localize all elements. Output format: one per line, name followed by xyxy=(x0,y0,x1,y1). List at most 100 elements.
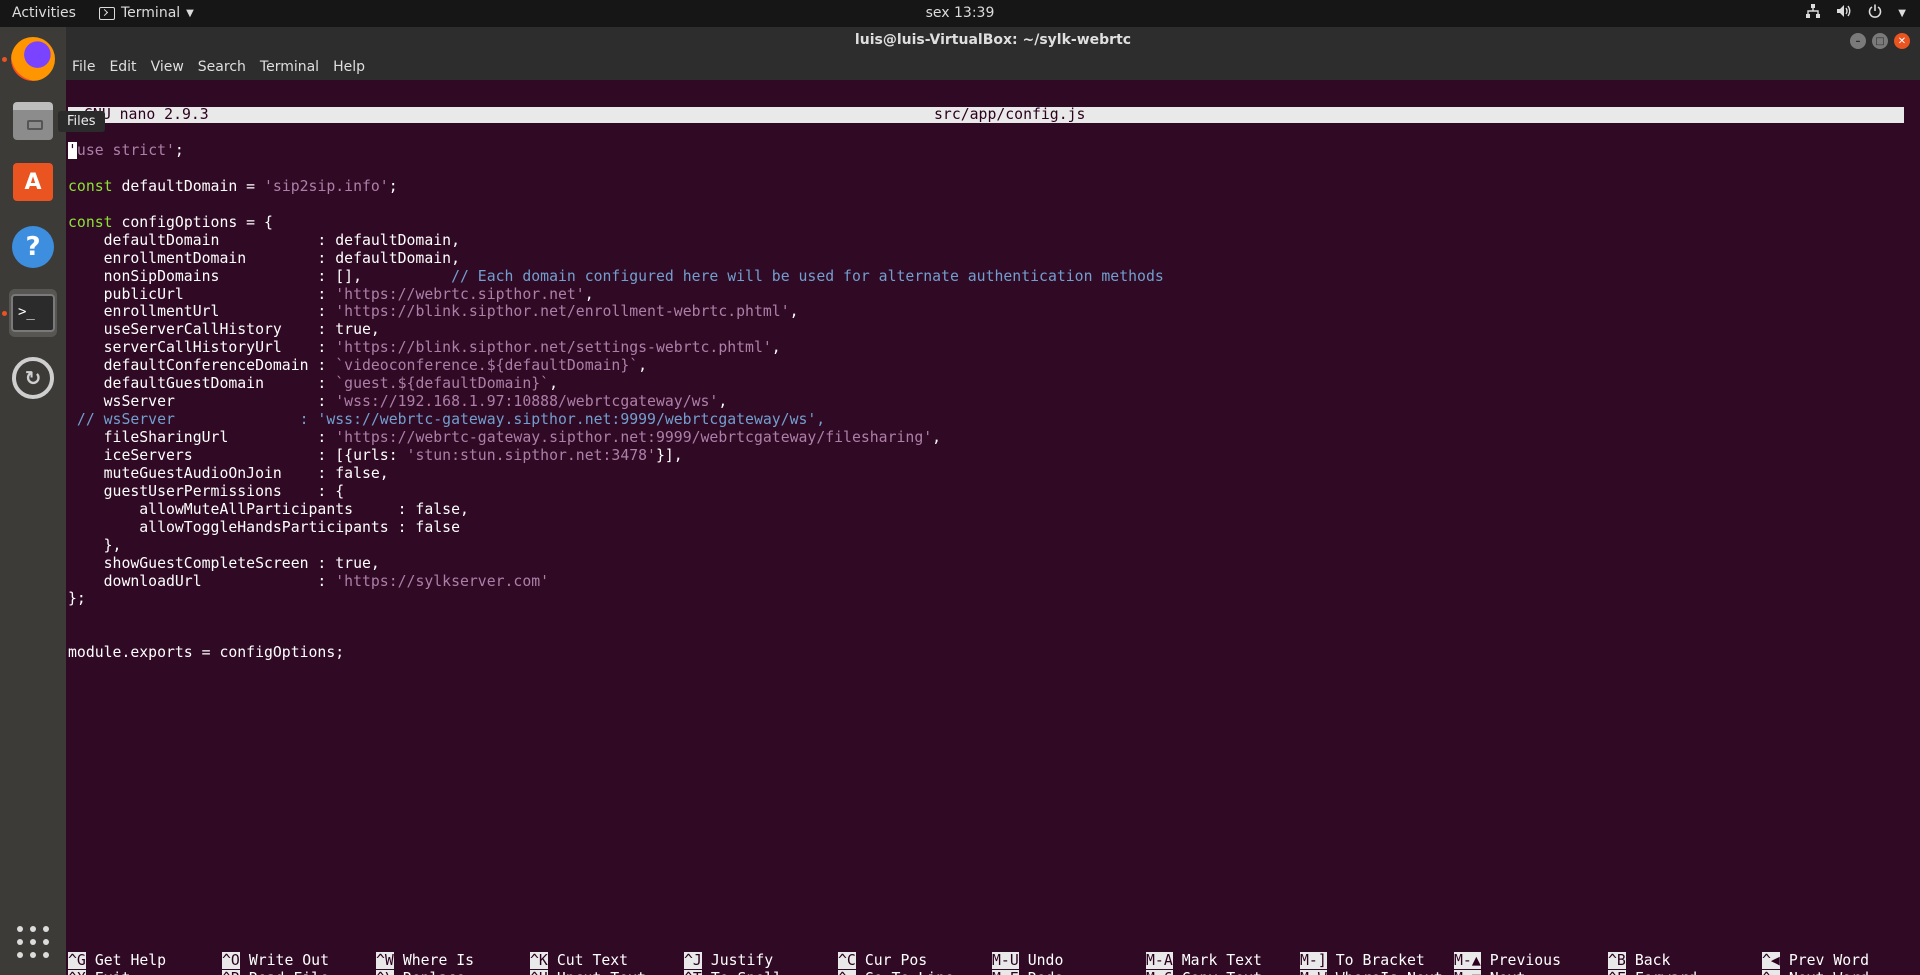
shortcut-key: M-A xyxy=(1146,952,1173,969)
shortcut-item[interactable]: ^_ Go To Line xyxy=(838,970,954,975)
menu-file[interactable]: File xyxy=(72,59,95,75)
code-line[interactable]: downloadUrl : 'https://sylkserver.com' xyxy=(68,573,1164,591)
shortcut-item[interactable]: M-▼ Next xyxy=(1454,970,1525,975)
code-line[interactable]: enrollmentUrl : 'https://blink.sipthor.n… xyxy=(68,303,1164,321)
shortcut-key: M-E xyxy=(992,970,1019,975)
system-tray[interactable]: ▼ xyxy=(1806,4,1906,22)
code-token: downloadUrl : xyxy=(68,572,336,590)
code-line[interactable]: }; xyxy=(68,590,1164,608)
shortcut-item[interactable]: ^K Cut Text xyxy=(530,952,628,969)
shortcut-item[interactable]: ^\ Replace xyxy=(376,970,465,975)
window-controls: – □ ✕ xyxy=(1850,33,1910,49)
menu-search[interactable]: Search xyxy=(198,59,246,75)
shortcut-item[interactable]: ^X Exit xyxy=(68,970,130,975)
shortcut-label: Read File xyxy=(249,970,329,975)
shortcut-label: Exit xyxy=(95,970,131,975)
code-line[interactable]: 'use strict'; xyxy=(68,142,1164,160)
code-token: , xyxy=(638,357,648,375)
shortcut-label: Go To Line xyxy=(865,970,954,975)
dock-terminal[interactable]: >_ xyxy=(9,289,57,337)
code-buffer[interactable]: 'use strict'; const defaultDomain = 'sip… xyxy=(68,142,1164,662)
terminal-mini-icon xyxy=(99,6,115,20)
dock-help[interactable]: ? xyxy=(9,223,57,271)
code-line[interactable]: nonSipDomains : [], // Each domain confi… xyxy=(68,268,1164,286)
shortcut-item[interactable]: M-6 Copy Text xyxy=(1146,970,1262,975)
code-line[interactable] xyxy=(68,608,1164,626)
code-line[interactable]: showGuestCompleteScreen : true, xyxy=(68,555,1164,573)
menu-view[interactable]: View xyxy=(151,59,184,75)
activities-button[interactable]: Activities xyxy=(12,5,76,21)
close-icon[interactable]: ✕ xyxy=(1894,33,1910,49)
app-menu[interactable]: Terminal ▼ xyxy=(99,5,194,21)
power-icon[interactable] xyxy=(1868,4,1882,22)
code-line[interactable] xyxy=(68,160,1164,178)
minimize-icon[interactable]: – xyxy=(1850,33,1866,49)
code-line[interactable]: const configOptions = { xyxy=(68,214,1164,232)
dock-firefox[interactable] xyxy=(9,35,57,83)
code-line[interactable]: }, xyxy=(68,537,1164,555)
code-line[interactable]: guestUserPermissions : { xyxy=(68,483,1164,501)
shortcut-item[interactable]: ^W Where Is xyxy=(376,952,474,969)
code-token: , xyxy=(718,393,728,411)
code-line[interactable] xyxy=(68,196,1164,214)
code-line[interactable]: defaultDomain : defaultDomain, xyxy=(68,232,1164,250)
code-line[interactable]: // wsServer : 'wss://webrtc-gateway.sipt… xyxy=(68,411,1164,429)
shortcut-item[interactable]: ^G Get Help xyxy=(68,952,166,969)
code-line[interactable]: useServerCallHistory : true, xyxy=(68,321,1164,339)
shortcut-item[interactable]: ^B Back xyxy=(1608,952,1670,969)
shortcut-label: Next xyxy=(1490,970,1526,975)
dock-software-center[interactable]: A xyxy=(9,158,57,206)
code-line[interactable]: allowMuteAllParticipants : false, xyxy=(68,501,1164,519)
shortcut-item[interactable]: ^U Uncut Text xyxy=(530,970,646,975)
code-line[interactable]: muteGuestAudioOnJoin : false, xyxy=(68,465,1164,483)
shortcut-item[interactable]: ^F Forward xyxy=(1608,970,1697,975)
code-line[interactable]: serverCallHistoryUrl : 'https://blink.si… xyxy=(68,339,1164,357)
code-line[interactable]: module.exports = configOptions; xyxy=(68,644,1164,662)
code-token: `guest.${defaultDomain}` xyxy=(335,375,550,393)
menu-edit[interactable]: Edit xyxy=(109,59,136,75)
shortcut-label: Prev Word xyxy=(1788,952,1870,969)
maximize-icon[interactable]: □ xyxy=(1872,33,1888,49)
dock-software-updater[interactable]: ↻ xyxy=(9,354,57,402)
clock[interactable]: sex 13:39 xyxy=(926,5,995,21)
caret-down-icon[interactable]: ▼ xyxy=(1898,8,1906,19)
code-line[interactable]: allowToggleHandsParticipants : false xyxy=(68,519,1164,537)
code-token: // wsServer : 'wss://webrtc-gateway.sipt… xyxy=(68,411,826,429)
network-icon[interactable] xyxy=(1806,4,1821,22)
show-applications-icon[interactable] xyxy=(17,926,49,958)
code-line[interactable]: fileSharingUrl : 'https://webrtc-gateway… xyxy=(68,429,1164,447)
shortcut-label: Copy Text xyxy=(1182,970,1262,975)
shortcut-item[interactable]: ^T To Spell xyxy=(684,970,782,975)
shortcut-item[interactable]: ^R Read File xyxy=(222,970,329,975)
code-line[interactable]: publicUrl : 'https://webrtc.sipthor.net'… xyxy=(68,286,1164,304)
menu-help[interactable]: Help xyxy=(333,59,365,75)
shortcut-item[interactable]: M-W WhereIs Next xyxy=(1300,970,1443,975)
shortcut-item[interactable]: ^O Write Out xyxy=(222,952,329,969)
shortcut-item[interactable]: ^◀ Prev Word xyxy=(1762,952,1869,969)
nano-editor[interactable]: GNU nano 2.9.3 src/app/config.js 'use st… xyxy=(66,80,1920,975)
shortcut-item[interactable]: M-E Redo xyxy=(992,970,1063,975)
code-line[interactable]: const defaultDomain = 'sip2sip.info'; xyxy=(68,178,1164,196)
code-line[interactable]: defaultGuestDomain : `guest.${defaultDom… xyxy=(68,375,1164,393)
code-line[interactable] xyxy=(68,626,1164,644)
code-line[interactable]: iceServers : [{urls: 'stun:stun.sipthor.… xyxy=(68,447,1164,465)
code-line[interactable]: defaultConferenceDomain : `videoconferen… xyxy=(68,357,1164,375)
code-token: `videoconference.${defaultDomain}` xyxy=(335,357,639,375)
shortcut-item[interactable]: M-U Undo xyxy=(992,952,1063,969)
menu-terminal[interactable]: Terminal xyxy=(260,59,319,75)
window-titlebar[interactable]: luis@luis-VirtualBox: ~/sylk-webrtc – □ … xyxy=(66,27,1920,54)
dock-files[interactable] xyxy=(9,97,57,145)
code-line[interactable]: wsServer : 'wss://192.168.1.97:10888/web… xyxy=(68,393,1164,411)
shortcut-item[interactable]: ^C Cur Pos xyxy=(838,952,927,969)
code-token: 'https://sylkserver.com' xyxy=(335,572,550,590)
help-icon: ? xyxy=(12,226,54,268)
shortcut-item[interactable]: ^J Justify xyxy=(684,952,773,969)
shortcut-item[interactable]: M-] To Bracket xyxy=(1300,952,1425,969)
shortcut-item[interactable]: M-A Mark Text xyxy=(1146,952,1262,969)
shortcut-label: To Bracket xyxy=(1335,952,1425,969)
code-token: configOptions = { xyxy=(112,213,273,231)
shortcut-item[interactable]: ^▶ Next Word xyxy=(1762,970,1869,975)
volume-icon[interactable] xyxy=(1836,4,1852,22)
shortcut-item[interactable]: M-▲ Previous xyxy=(1454,952,1561,969)
code-line[interactable]: enrollmentDomain : defaultDomain, xyxy=(68,250,1164,268)
